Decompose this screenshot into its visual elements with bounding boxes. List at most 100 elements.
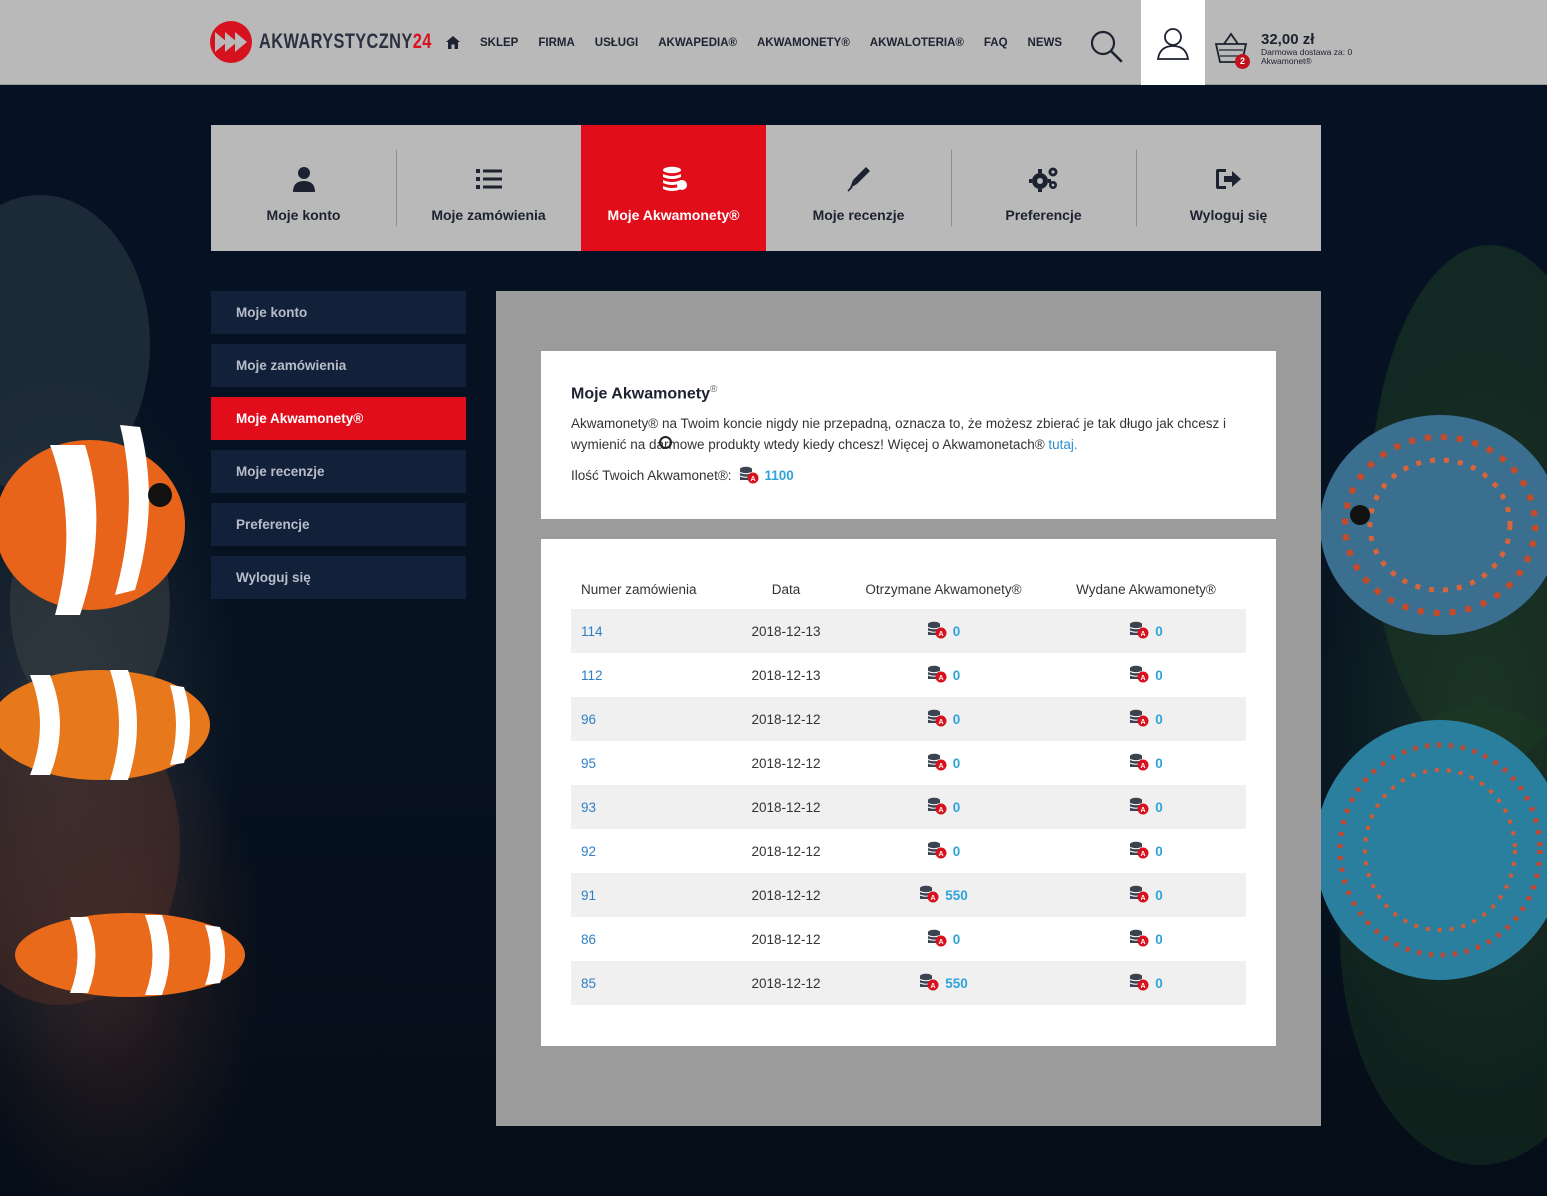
user-icon xyxy=(292,165,316,193)
date-cell: 2018-12-12 xyxy=(751,755,821,771)
table-row: 96 2018-12-12 A 0 A 0 xyxy=(571,697,1246,741)
tab-moje-zamowienia[interactable]: Moje zamówienia xyxy=(396,125,581,251)
side-menu: Moje konto Moje zamówienia Moje Akwamone… xyxy=(211,291,466,609)
balance-value: 1100 xyxy=(764,467,794,483)
nav-akwapedia[interactable]: AKWAPEDIA® xyxy=(658,37,737,49)
order-number-link[interactable]: 85 xyxy=(581,976,596,991)
svg-text:A: A xyxy=(938,851,943,858)
spent-value: 0 xyxy=(1155,975,1163,991)
akwamonety-coin-icon: A xyxy=(1129,841,1149,862)
received-cell: A0 xyxy=(841,785,1046,829)
order-number-link[interactable]: 95 xyxy=(581,756,596,771)
akwamonety-balance: Ilość Twoich Akwamonet®: A 1100 xyxy=(571,466,1246,484)
received-value: 550 xyxy=(945,975,968,991)
svg-text:A: A xyxy=(750,476,755,483)
akwamonety-history-card: Numer zamówienia Data Otrzymane Akwamone… xyxy=(541,539,1276,1046)
akwamonety-coin-icon: A xyxy=(1129,973,1149,994)
order-number-link[interactable]: 114 xyxy=(581,624,603,639)
svg-text:A: A xyxy=(1141,939,1146,946)
received-value: 0 xyxy=(952,843,961,859)
svg-text:A: A xyxy=(938,763,943,770)
page-title: Moje Akwamonety® xyxy=(571,384,1246,403)
page-title-text: Moje Akwamonety xyxy=(571,385,710,403)
spent-cell: A0 xyxy=(1046,917,1246,961)
svg-text:A: A xyxy=(931,895,936,902)
akwamonety-coin-icon: A xyxy=(927,709,947,730)
akwamonety-coin-icon: A xyxy=(927,929,947,950)
spent-cell: A0 xyxy=(1046,961,1246,1005)
side-menu-item-preferencje[interactable]: Preferencje xyxy=(211,503,466,546)
nav-akwamonety[interactable]: AKWAMONETY® xyxy=(757,37,850,49)
nav-uslugi[interactable]: USŁUGI xyxy=(595,37,638,49)
side-menu-item-moje-zamowienia[interactable]: Moje zamówienia xyxy=(211,344,466,387)
akwamonety-coin-icon: A xyxy=(1129,885,1149,906)
akwamonety-history-table: Numer zamówienia Data Otrzymane Akwamone… xyxy=(571,569,1246,1005)
gears-icon xyxy=(1028,165,1059,193)
side-menu-item-moje-recenzje[interactable]: Moje recenzje xyxy=(211,450,466,493)
side-menu-item-moje-konto[interactable]: Moje konto xyxy=(211,291,466,334)
order-number-cell: 91 xyxy=(571,873,731,917)
received-cell: A0 xyxy=(841,609,1046,653)
order-number-link[interactable]: 96 xyxy=(581,712,596,727)
order-number-cell: 92 xyxy=(571,829,731,873)
akwamonety-coin-icon: A xyxy=(927,621,947,642)
balance-label: Ilość Twoich Akwamonet®: xyxy=(571,467,732,483)
nav-news[interactable]: NEWS xyxy=(1028,37,1063,49)
received-value: 0 xyxy=(952,623,961,639)
spent-value: 0 xyxy=(1155,799,1163,815)
order-number-link[interactable]: 112 xyxy=(581,668,603,683)
spent-value: 0 xyxy=(1155,623,1163,639)
date-cell: 2018-12-13 xyxy=(731,609,841,653)
tab-wyloguj-sie[interactable]: Wyloguj się xyxy=(1136,125,1321,251)
account-button[interactable] xyxy=(1141,0,1205,85)
order-number-link[interactable]: 93 xyxy=(581,800,596,815)
akwamonety-coin-icon: A xyxy=(927,797,947,818)
svg-text:A: A xyxy=(938,631,943,638)
order-number-cell: 93 xyxy=(571,785,731,829)
logo-emblem-icon xyxy=(210,21,252,63)
svg-text:A: A xyxy=(938,675,943,682)
order-number-cell: 112 xyxy=(571,653,731,697)
akwamonety-coin-icon: A xyxy=(1129,753,1149,774)
svg-text:A: A xyxy=(1141,763,1146,770)
list-icon xyxy=(475,165,502,193)
tab-label: Preferencje xyxy=(1005,207,1082,223)
search-icon[interactable] xyxy=(1088,28,1124,64)
main-navigation: SKLEP FIRMA USŁUGI AKWAPEDIA® AKWAMONETY… xyxy=(446,36,1082,49)
date-cell: 2018-12-12 xyxy=(731,785,841,829)
table-row: 86 2018-12-12 A 0 A 0 xyxy=(571,917,1246,961)
site-logo[interactable]: AKWARYSTYCZNY24 xyxy=(209,18,480,66)
more-info-link[interactable]: tutaj. xyxy=(1048,437,1077,452)
home-icon[interactable] xyxy=(446,36,460,49)
order-number-link[interactable]: 91 xyxy=(581,888,596,903)
spent-cell: A0 xyxy=(1046,873,1246,917)
header-received: Otrzymane Akwamonety® xyxy=(865,581,1022,597)
nav-firma[interactable]: FIRMA xyxy=(538,37,574,49)
received-cell: A0 xyxy=(841,917,1046,961)
account-tabs: Moje konto Moje zamówienia Moje Akwamone… xyxy=(211,125,1321,251)
nav-faq[interactable]: FAQ xyxy=(984,37,1008,49)
date-cell: 2018-12-12 xyxy=(731,873,841,917)
tab-moje-konto[interactable]: Moje konto xyxy=(211,125,396,251)
cart-count-badge: 2 xyxy=(1235,54,1250,69)
tab-moje-akwamonety[interactable]: Moje Akwamonety® xyxy=(581,125,766,251)
mouse-cursor xyxy=(659,436,672,449)
spent-value: 0 xyxy=(1155,711,1163,727)
akwamonety-coin-icon: A xyxy=(927,665,947,686)
order-number-cell: 96 xyxy=(571,697,731,741)
order-number-link[interactable]: 92 xyxy=(581,844,596,859)
cart-summary[interactable]: 32,00 zł Darmowa dostawa za: 0 Akwamonet… xyxy=(1261,32,1352,66)
received-value: 0 xyxy=(952,667,961,683)
tab-label: Moje Akwamonety® xyxy=(607,207,740,223)
side-menu-item-moje-akwamonety[interactable]: Moje Akwamonety® xyxy=(211,397,466,440)
side-menu-item-wyloguj-sie[interactable]: Wyloguj się xyxy=(211,556,466,599)
svg-text:A: A xyxy=(1141,895,1146,902)
order-number-link[interactable]: 86 xyxy=(581,932,596,947)
spent-cell: A0 xyxy=(1046,785,1246,829)
nav-akwaloteria[interactable]: AKWALOTERIA® xyxy=(870,37,964,49)
tab-preferencje[interactable]: Preferencje xyxy=(951,125,1136,251)
nav-sklep[interactable]: SKLEP xyxy=(480,37,518,49)
tab-moje-recenzje[interactable]: Moje recenzje xyxy=(766,125,951,251)
received-value: 0 xyxy=(952,931,961,947)
svg-text:A: A xyxy=(938,807,943,814)
